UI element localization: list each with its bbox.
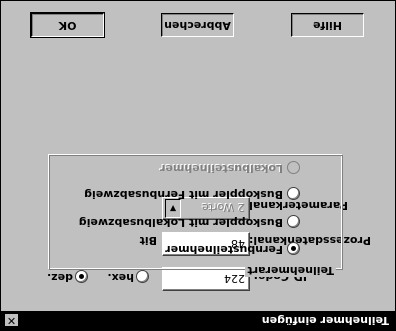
close-button[interactable]: ✕ <box>4 313 19 327</box>
radio-coupler-local-branch-label: Buskoppler mit Lokalbusabzweig <box>78 216 283 229</box>
title-bar: Teilnehmer einfügen ✕ <box>1 311 395 330</box>
help-button[interactable]: Hilfe <box>291 13 364 37</box>
ok-button[interactable]: OK <box>30 12 105 38</box>
radio-coupler-local-branch[interactable] <box>287 215 300 228</box>
id-code-input[interactable]: 224 <box>162 267 250 291</box>
radio-coupler-remote-branch[interactable] <box>287 187 300 200</box>
radio-coupler-remote-branch-label: Buskoppler mit Fernbusabzweig <box>84 188 283 201</box>
participant-type-group: Teilnehmerart Fernbusteilnehmer Buskoppl… <box>49 155 343 277</box>
radio-hex[interactable] <box>136 270 149 283</box>
radio-decimal[interactable] <box>75 270 88 283</box>
radio-fernbus-participant-label: Fernbusteilnehmer <box>165 243 283 256</box>
window-title: Teilnehmer einfügen <box>261 314 389 327</box>
cancel-button[interactable]: Abbrechen <box>161 13 234 37</box>
radio-fernbus-participant[interactable] <box>287 242 300 255</box>
radio-local-participant-label: Lokalbusteilnehmer <box>159 162 283 175</box>
radio-hex-label: hex. <box>107 271 134 284</box>
participant-type-group-title: Teilnehmerart <box>245 264 336 277</box>
id-code-value: 224 <box>224 272 245 285</box>
dialog-canvas: Teilnehmer einfügen ✕ ID-Code: 224 dez. … <box>0 0 396 331</box>
insert-participant-dialog: Teilnehmer einfügen ✕ ID-Code: 224 dez. … <box>0 0 396 331</box>
radio-decimal-label: dez. <box>47 271 73 284</box>
close-icon: ✕ <box>6 314 17 327</box>
radio-local-participant[interactable] <box>287 161 300 174</box>
